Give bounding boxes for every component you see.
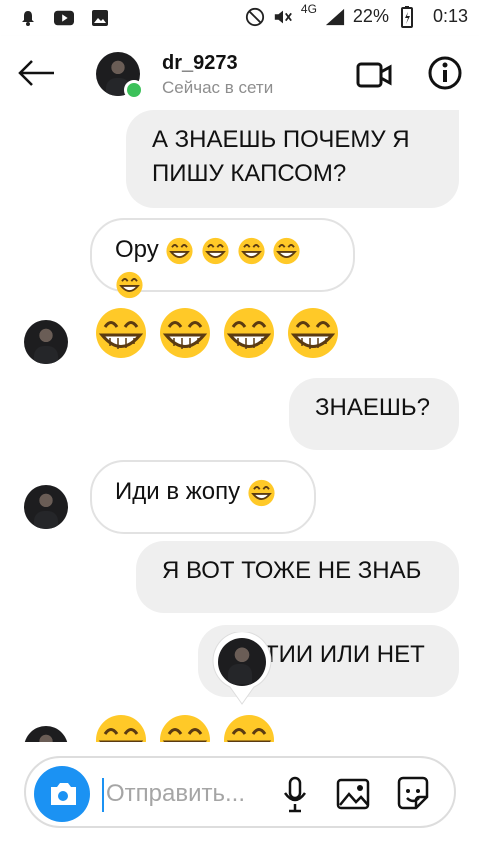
seen-avatar — [218, 638, 266, 686]
microphone-icon[interactable] — [276, 775, 314, 813]
online-indicator — [124, 80, 144, 100]
gallery-icon — [90, 8, 110, 28]
online-status: Сейчас в сети — [162, 78, 274, 97]
chat-header: dr_9273 Сейчас в сети — [0, 36, 480, 111]
laughing-face-icon — [96, 308, 146, 358]
laughing-face-icon — [238, 237, 265, 264]
sender-avatar[interactable] — [24, 726, 68, 742]
laughing-face-icon — [248, 479, 275, 506]
youtube-icon — [54, 8, 74, 28]
gallery-icon[interactable] — [334, 775, 372, 813]
message-text: ЗНАЕШЬ? — [315, 394, 430, 421]
video-call-icon[interactable] — [356, 60, 392, 90]
seen-avatar-pin — [212, 632, 272, 706]
laughing-face-icon — [160, 715, 210, 742]
notification-icons — [18, 8, 110, 28]
camera-icon — [51, 783, 76, 805]
bell-icon — [18, 8, 38, 28]
laughing-face-icon — [96, 715, 146, 742]
sender-avatar[interactable] — [24, 320, 68, 364]
camera-button[interactable] — [34, 766, 90, 822]
battery-icon — [397, 5, 417, 28]
text-cursor — [102, 778, 104, 812]
message-text: Иди в жопу — [115, 478, 241, 505]
clock: 0:13 — [432, 6, 468, 26]
message-incoming[interactable]: Иди в жопу — [90, 460, 316, 534]
network-type: 4G — [300, 1, 317, 16]
sender-avatar[interactable] — [24, 485, 68, 529]
message-incoming[interactable]: Ору — [90, 218, 355, 298]
message-composer[interactable]: Отправить... — [24, 756, 456, 828]
back-arrow-icon[interactable] — [16, 56, 56, 90]
emoji-message[interactable] — [92, 307, 342, 359]
laughing-face-icon — [166, 237, 193, 264]
info-icon[interactable] — [428, 56, 462, 90]
emoji-message[interactable] — [92, 714, 278, 742]
sticker-icon[interactable] — [394, 775, 432, 813]
message-outgoing[interactable]: ЗНАЕШЬ? — [289, 378, 459, 450]
do-not-disturb-icon — [245, 7, 265, 27]
laughing-face-icon — [288, 308, 338, 358]
battery-percent: 22% — [352, 6, 389, 26]
message-outgoing[interactable]: Я ВОТ ТОЖЕ НЕ ЗНАБ — [136, 541, 459, 613]
mute-icon — [273, 7, 293, 27]
status-bar: 4G 22% 0:13 — [0, 0, 480, 36]
message-text: А ЗНАЕШЬ ПОЧЕМУ Я ПИШУ КАПСОМ? — [152, 126, 410, 187]
contact-username[interactable]: dr_9273 — [162, 52, 238, 75]
laughing-face-icon — [160, 308, 210, 358]
laughing-face-icon — [202, 237, 229, 264]
message-text: ТИИ ИЛИ НЕТ — [264, 641, 425, 668]
signal-icon — [325, 7, 345, 27]
message-text: Ору — [115, 236, 159, 263]
system-status: 4G 22% 0:13 — [245, 2, 468, 28]
message-input[interactable]: Отправить... — [106, 780, 245, 808]
laughing-face-icon — [273, 237, 301, 264]
message-outgoing[interactable]: А ЗНАЕШЬ ПОЧЕМУ Я ПИШУ КАПСОМ? — [126, 110, 459, 208]
laughing-face-icon — [224, 715, 274, 742]
message-text: Я ВОТ ТОЖЕ НЕ ЗНАБ — [162, 557, 422, 584]
laughing-face-icon — [116, 271, 143, 298]
laughing-face-icon — [224, 308, 274, 358]
